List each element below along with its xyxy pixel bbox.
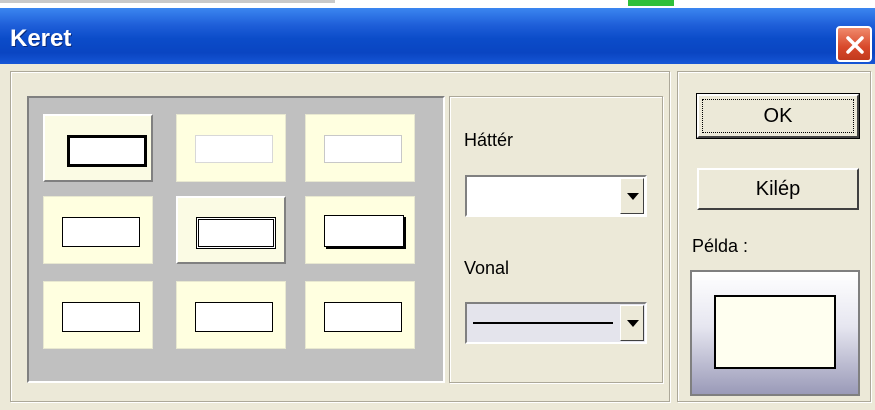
top-strip: [0, 0, 875, 8]
line-label: Vonal: [464, 258, 510, 278]
exit-button-label: Kilép: [755, 178, 801, 200]
window-title: Keret: [10, 25, 72, 52]
frame-style-option[interactable]: [305, 281, 415, 349]
line-sample: [473, 322, 613, 324]
preview-frame-sample: [714, 295, 836, 369]
chevron-down-icon: [627, 320, 639, 327]
frame-style-option[interactable]: [305, 196, 415, 264]
ok-button[interactable]: OK: [696, 93, 860, 139]
frame-style-option[interactable]: [305, 114, 415, 182]
dialog-body: Háttér Vonal OK Kilép Példa :: [0, 64, 875, 410]
frame-style-grid: [27, 96, 445, 383]
frame-style-option[interactable]: [176, 196, 286, 264]
frame-style-option[interactable]: [176, 281, 286, 349]
exit-button[interactable]: Kilép: [697, 168, 859, 210]
background-color-select[interactable]: [465, 175, 647, 217]
title-bar[interactable]: Keret: [0, 8, 875, 64]
line-style-select[interactable]: [465, 302, 647, 344]
close-icon: [846, 36, 864, 54]
background-window-accent: [628, 0, 674, 6]
background-window-edge: [0, 0, 335, 3]
frame-style-option[interactable]: [43, 196, 153, 264]
background-dropdown-button[interactable]: [620, 178, 644, 214]
frame-style-option[interactable]: [43, 281, 153, 349]
close-button[interactable]: [836, 26, 872, 62]
frame-style-option[interactable]: [176, 114, 286, 182]
preview-label: Példa :: [692, 236, 749, 256]
background-label: Háttér: [464, 130, 514, 150]
frame-style-option[interactable]: [43, 114, 153, 182]
line-dropdown-button[interactable]: [620, 305, 644, 341]
chevron-down-icon: [627, 193, 639, 200]
ok-button-label: OK: [763, 105, 793, 127]
preview-box: [690, 270, 860, 396]
